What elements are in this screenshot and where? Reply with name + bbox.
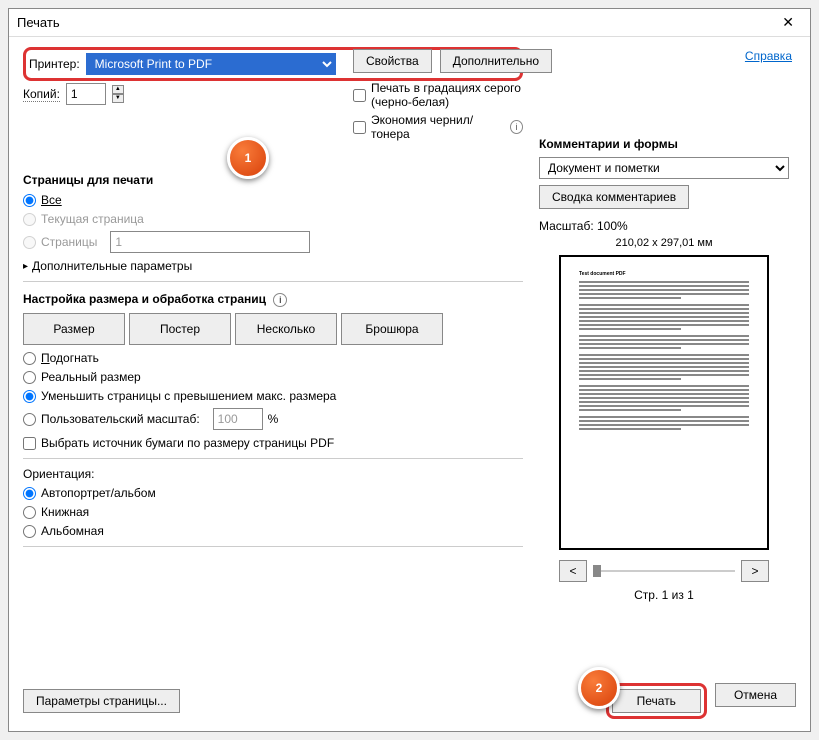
orientation-title: Ориентация:: [23, 467, 523, 481]
page-slider[interactable]: [593, 570, 735, 572]
fit-label: ППодогнатьодогнать: [41, 351, 99, 365]
copies-spinner[interactable]: ▲▼: [112, 85, 124, 103]
dialog-title: Печать: [17, 15, 774, 30]
page-setup-button[interactable]: Параметры страницы...: [23, 689, 180, 713]
pages-range-radio: [23, 236, 36, 249]
pages-range-label: Страницы: [41, 235, 97, 249]
sizing-title: Настройка размера и обработка страниц i: [23, 292, 523, 307]
custom-radio[interactable]: [23, 413, 36, 426]
pages-all-label: Все: [41, 193, 62, 207]
pages-current-radio: [23, 213, 36, 226]
choose-source-label: Выбрать источник бумаги по размеру стран…: [41, 436, 334, 450]
left-panel: Принтер: Microsoft Print to PDF Свойства…: [23, 47, 523, 608]
more-params-toggle[interactable]: Дополнительные параметры: [23, 259, 523, 273]
page-info: Стр. 1 из 1: [539, 588, 789, 602]
shrink-label: Уменьшить страницы с превышением макс. р…: [41, 389, 336, 403]
copies-label: Копий:: [23, 87, 60, 102]
actual-radio[interactable]: [23, 371, 36, 384]
print-button[interactable]: Печать: [612, 689, 701, 713]
orient-portrait-radio[interactable]: [23, 506, 36, 519]
multiple-button[interactable]: Несколько: [235, 313, 337, 345]
preview-dims: 210,02 x 297,01 мм: [539, 237, 789, 249]
pages-all-radio[interactable]: [23, 194, 36, 207]
orient-auto-radio[interactable]: [23, 487, 36, 500]
grayscale-checkbox[interactable]: [353, 89, 366, 102]
print-dialog: Печать ✕ Справка Принтер: Microsoft Prin…: [8, 8, 811, 732]
saveink-checkbox[interactable]: [353, 121, 366, 134]
close-icon[interactable]: ✕: [774, 10, 802, 35]
printer-label: Принтер:: [29, 57, 80, 71]
percent-label: %: [268, 412, 279, 426]
saveink-label: Экономия чернил/тонера: [371, 113, 501, 141]
orient-portrait-label: Книжная: [41, 505, 89, 519]
properties-button[interactable]: Свойства: [353, 49, 432, 73]
orient-auto-label: Автопортрет/альбом: [41, 486, 156, 500]
titlebar: Печать ✕: [9, 9, 810, 37]
grayscale-label: Печать в градациях серого (черно-белая): [371, 81, 523, 109]
callout-2: 2: [578, 667, 620, 709]
prev-page-button[interactable]: <: [559, 560, 587, 582]
shrink-radio[interactable]: [23, 390, 36, 403]
help-link[interactable]: Справка: [745, 49, 792, 63]
callout-1: 1: [227, 137, 269, 179]
pages-title: Страницы для печати: [23, 173, 523, 187]
fit-radio[interactable]: [23, 352, 36, 365]
preview-doc-title: Test document PDF: [579, 271, 749, 277]
choose-source-checkbox[interactable]: [23, 437, 36, 450]
size-button[interactable]: Размер: [23, 313, 125, 345]
pages-current-label: Текущая страница: [41, 212, 144, 226]
bottom-bar: Параметры страницы... Печать Отмена: [23, 683, 796, 719]
pages-range-input[interactable]: [110, 231, 310, 253]
cancel-button[interactable]: Отмена: [715, 683, 796, 707]
booklet-button[interactable]: Брошюра: [341, 313, 443, 345]
info-icon[interactable]: i: [273, 293, 287, 307]
custom-scale-input[interactable]: [213, 408, 263, 430]
preview-scale: Масштаб: 100%: [539, 219, 789, 233]
right-panel: Комментарии и формы Документ и пометки С…: [539, 47, 789, 608]
print-button-highlight: Печать: [606, 683, 707, 719]
comments-summary-button[interactable]: Сводка комментариев: [539, 185, 689, 209]
orient-landscape-radio[interactable]: [23, 525, 36, 538]
preview-page: Test document PDF: [559, 255, 769, 550]
advanced-button[interactable]: Дополнительно: [440, 49, 552, 73]
comments-title: Комментарии и формы: [539, 137, 789, 151]
orient-landscape-label: Альбомная: [41, 524, 104, 538]
custom-label: Пользовательский масштаб:: [41, 412, 200, 426]
actual-label: Реальный размер: [41, 370, 141, 384]
poster-button[interactable]: Постер: [129, 313, 231, 345]
info-icon[interactable]: i: [510, 120, 523, 134]
next-page-button[interactable]: >: [741, 560, 769, 582]
comments-select[interactable]: Документ и пометки: [539, 157, 789, 179]
copies-input[interactable]: [66, 83, 106, 105]
printer-select[interactable]: Microsoft Print to PDF: [86, 53, 336, 75]
